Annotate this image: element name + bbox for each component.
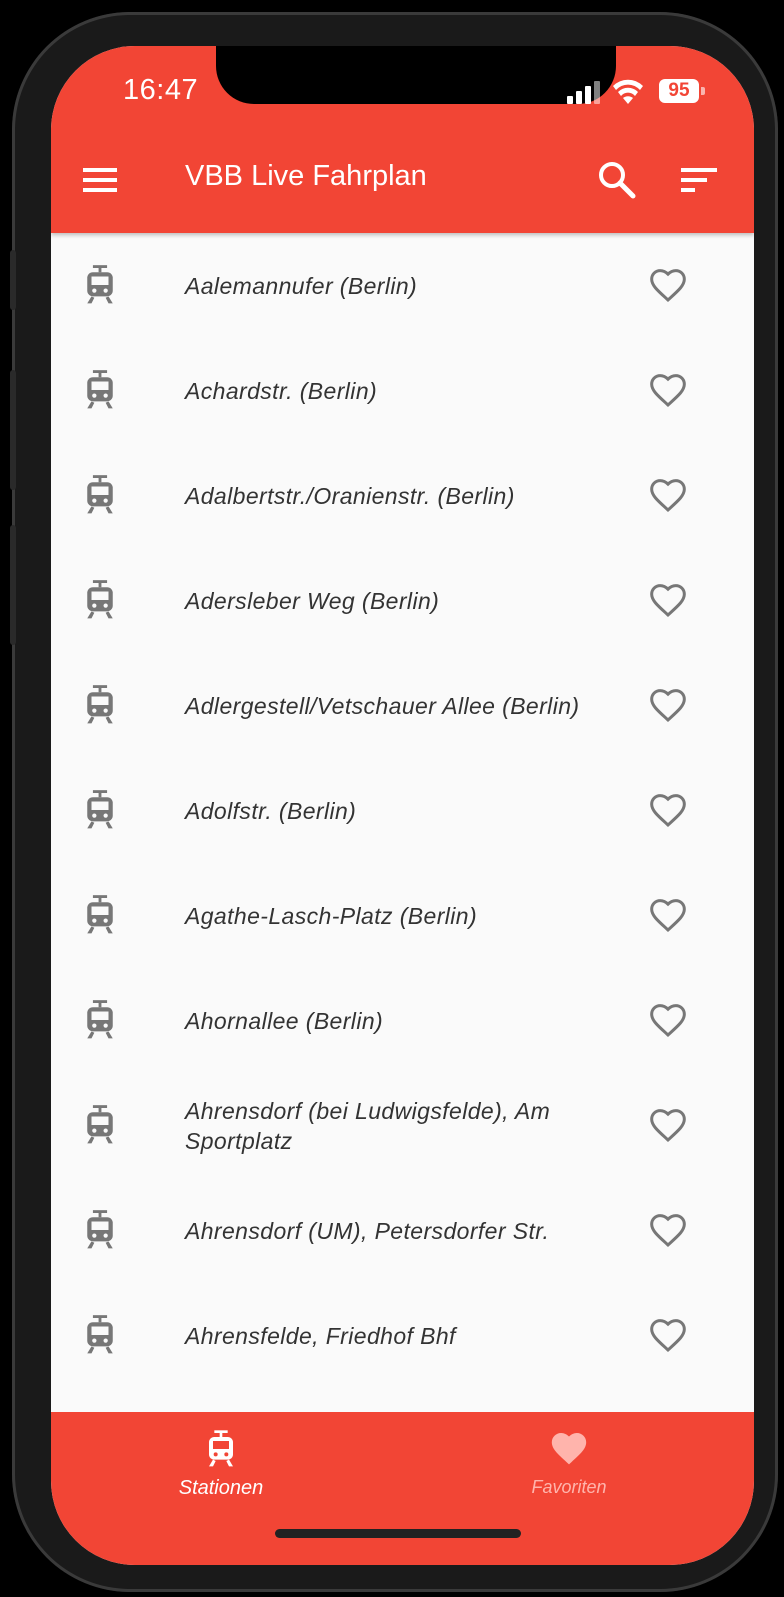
tram-icon — [83, 370, 117, 410]
station-name: Adolfstr. (Berlin) — [185, 797, 357, 824]
station-name: Adalbertstr./Oranienstr. (Berlin) — [185, 482, 515, 509]
wifi-icon — [613, 79, 643, 104]
list-item[interactable]: Adolfstr. (Berlin) — [51, 758, 754, 863]
list-item[interactable]: Agathe-Lasch-Platz (Berlin) — [51, 863, 754, 968]
side-button — [10, 250, 16, 310]
tram-icon — [209, 1430, 233, 1467]
station-name: Ahrensfelde, Friedhof Bhf — [185, 1322, 456, 1349]
heart-outline-icon[interactable] — [648, 1106, 688, 1146]
station-name: Agathe-Lasch-Platz (Berlin) — [185, 902, 478, 929]
tram-icon — [83, 685, 117, 725]
tram-icon — [83, 475, 117, 515]
heart-filled-icon — [551, 1432, 587, 1465]
station-name: Achardstr. (Berlin) — [185, 377, 378, 404]
side-button — [10, 370, 16, 490]
signal-icon — [567, 81, 600, 104]
tram-icon — [83, 1315, 117, 1355]
tram-icon — [83, 265, 117, 305]
tram-icon — [83, 1000, 117, 1040]
tram-icon — [83, 580, 117, 620]
heart-outline-icon[interactable] — [648, 791, 688, 831]
heart-outline-icon[interactable] — [648, 581, 688, 621]
tram-icon — [83, 1210, 117, 1250]
list-item[interactable]: Ahrensdorf (UM), Petersdorfer Str. — [51, 1178, 754, 1283]
list-item[interactable]: Aalemannufer (Berlin) — [51, 233, 754, 338]
heart-outline-icon[interactable] — [648, 371, 688, 411]
battery-indicator: 95 — [659, 79, 699, 103]
list-item[interactable]: Achardstr. (Berlin) — [51, 338, 754, 443]
heart-outline-icon[interactable] — [648, 1316, 688, 1356]
heart-outline-icon[interactable] — [648, 266, 688, 306]
search-icon[interactable] — [595, 158, 639, 202]
heart-outline-icon[interactable] — [648, 686, 688, 726]
nav-label-stations: Stationen — [178, 1477, 264, 1499]
nav-tab-stations[interactable]: Stationen — [151, 1430, 291, 1500]
page-title: VBB Live Fahrplan — [185, 160, 427, 192]
app-screen: 16:47 95 VBB Live Fahrplan Aalemannufer … — [51, 46, 754, 1565]
list-item[interactable]: Adalbertstr./Oranienstr. (Berlin) — [51, 443, 754, 548]
list-item[interactable]: Adersleber Weg (Berlin) — [51, 548, 754, 653]
battery-tip — [701, 87, 705, 95]
tram-icon — [83, 1105, 117, 1145]
list-item[interactable]: Ahrensfelde, Friedhof Bhf — [51, 1283, 754, 1388]
sort-icon[interactable] — [677, 160, 721, 200]
notch — [216, 46, 616, 104]
side-button — [10, 525, 16, 645]
heart-outline-icon[interactable] — [648, 1001, 688, 1041]
tram-icon — [83, 895, 117, 935]
list-item[interactable]: Adlergestell/Vetschauer Allee (Berlin) — [51, 653, 754, 758]
station-name: Adlergestell/Vetschauer Allee (Berlin) — [185, 692, 580, 719]
station-name: Ahrensdorf (UM), Petersdorfer Str. — [185, 1217, 550, 1244]
list-item[interactable]: Ahornallee (Berlin) — [51, 968, 754, 1073]
station-name: Adersleber Weg (Berlin) — [185, 587, 440, 614]
station-name: Ahrensdorf (bei Ludwigsfelde), Am Sportp… — [185, 1097, 551, 1154]
heart-outline-icon[interactable] — [648, 476, 688, 516]
home-indicator — [275, 1529, 521, 1538]
list-item[interactable]: Ahrensdorf (bei Ludwigsfelde), Am Sportp… — [51, 1073, 754, 1178]
station-name: Aalemannufer (Berlin) — [185, 272, 418, 299]
station-list: Aalemannufer (Berlin) Achardstr. (Berlin)… — [51, 233, 754, 1388]
heart-outline-icon[interactable] — [648, 896, 688, 936]
nav-tab-favorites[interactable]: Favoriten — [499, 1430, 639, 1498]
bottom-navigation: Stationen Favoriten — [51, 1412, 754, 1565]
app-bar: 16:47 95 VBB Live Fahrplan — [51, 46, 754, 233]
heart-outline-icon[interactable] — [648, 1211, 688, 1251]
tram-icon — [83, 790, 117, 830]
station-name: Ahornallee (Berlin) — [185, 1007, 384, 1034]
nav-label-favorites: Favoriten — [531, 1477, 607, 1497]
status-time: 16:47 — [123, 74, 199, 106]
menu-icon[interactable] — [81, 160, 121, 200]
